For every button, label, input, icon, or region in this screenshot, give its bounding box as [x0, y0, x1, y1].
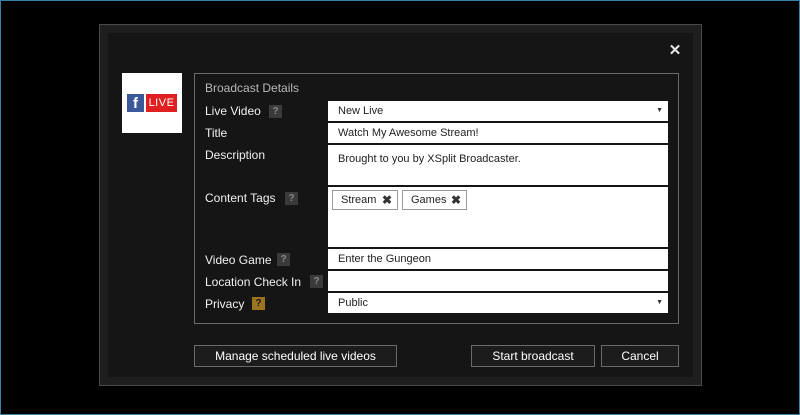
live-video-value: New Live: [338, 105, 384, 117]
title-input[interactable]: Watch My Awesome Stream!: [328, 123, 668, 143]
video-game-input[interactable]: Enter the Gungeon: [328, 249, 668, 269]
tag-chip: Games ✖: [402, 190, 467, 210]
section-title: Broadcast Details: [205, 81, 300, 95]
privacy-select[interactable]: Public ▼: [328, 293, 668, 313]
facebook-icon: f: [127, 94, 144, 112]
cancel-button[interactable]: Cancel: [601, 345, 679, 367]
live-video-help-icon[interactable]: ?: [269, 105, 282, 118]
location-input[interactable]: [328, 271, 668, 291]
description-textarea[interactable]: Brought to you by XSplit Broadcaster.: [328, 145, 668, 185]
video-game-label: Video Game: [205, 253, 272, 267]
tag-chip: Stream ✖: [332, 190, 398, 210]
live-video-label: Live Video: [205, 104, 261, 118]
content-tags-label: Content Tags: [205, 191, 276, 205]
video-game-help-icon[interactable]: ?: [277, 253, 290, 266]
location-label: Location Check In: [205, 275, 302, 289]
manage-scheduled-button[interactable]: Manage scheduled live videos: [194, 345, 397, 367]
title-label: Title: [205, 126, 228, 140]
content-tags-help-icon[interactable]: ?: [285, 192, 298, 205]
chevron-down-icon: ▼: [656, 299, 663, 306]
tag-label: Stream: [341, 194, 377, 206]
remove-tag-icon[interactable]: ✖: [451, 191, 461, 209]
close-icon[interactable]: ✕: [665, 41, 685, 61]
chevron-down-icon: ▼: [656, 107, 663, 114]
location-help-icon[interactable]: ?: [310, 275, 323, 288]
live-video-select[interactable]: New Live ▼: [328, 101, 668, 121]
privacy-value: Public: [338, 297, 368, 309]
privacy-label: Privacy: [205, 297, 245, 311]
description-label: Description: [205, 148, 266, 162]
privacy-help-icon[interactable]: ?: [252, 297, 265, 310]
remove-tag-icon[interactable]: ✖: [382, 191, 392, 209]
tag-label: Games: [411, 194, 447, 206]
start-broadcast-button[interactable]: Start broadcast: [471, 345, 595, 367]
facebook-live-logo: f LIVE: [122, 73, 182, 133]
live-badge: LIVE: [146, 94, 177, 112]
